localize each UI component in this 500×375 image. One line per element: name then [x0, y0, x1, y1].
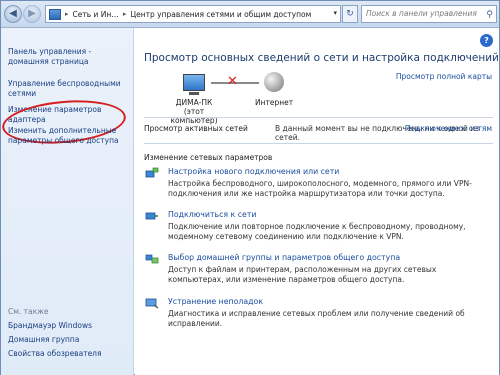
new-connection-icon — [145, 167, 159, 178]
connect-network-icon — [145, 212, 158, 220]
network-center-window: ◀ ▶ ▸ Сеть и Ин… ▸ Центр управления сетя… — [0, 0, 500, 375]
homegroup-description: Доступ к файлам и принтерам, расположенн… — [168, 265, 437, 284]
troubleshoot-description: Диагностика и исправление сетевых пробле… — [168, 309, 465, 328]
connect-network-link[interactable]: Подключиться к сети — [168, 210, 256, 219]
sidebar-item-sharing[interactable]: Изменить дополнительные параметры общего… — [8, 126, 130, 146]
sidebar-item-home[interactable]: Панель управления - домашняя страница — [8, 47, 130, 67]
homegroup-icon — [145, 254, 159, 264]
see-also-heading: См. также — [8, 307, 49, 316]
page-title: Просмотр основных сведений о сети и наст… — [144, 52, 499, 64]
connect-to-network-link[interactable]: Подключение к сетям — [405, 124, 492, 133]
active-networks-label: Просмотр активных сетей — [144, 124, 248, 133]
homegroup-link[interactable]: Выбор домашней группы и параметров общег… — [168, 253, 400, 262]
full-map-link[interactable]: Просмотр полной карты — [396, 72, 492, 81]
help-icon[interactable]: ? — [480, 34, 493, 47]
computer-icon — [183, 74, 205, 91]
new-connection-description: Настройка беспроводного, широкополосного… — [168, 179, 472, 198]
computer-name: ДИМА-ПК — [175, 98, 213, 107]
computer-stand-icon — [189, 92, 199, 95]
sidebar-item-firewall[interactable]: Брандмауэр Windows — [8, 321, 130, 331]
computer-subtitle: (этот компьютер) — [170, 107, 218, 125]
sidebar-item-wireless[interactable]: Управление беспроводными сетями — [8, 79, 130, 99]
search-icon[interactable]: ⚲ — [486, 7, 493, 23]
refresh-button[interactable]: ↻ — [342, 5, 358, 23]
sidebar: Панель управления - домашняя страница Уп… — [0, 28, 134, 375]
search-input[interactable]: Поиск в панели управления ⚲ — [361, 5, 497, 23]
troubleshoot-icon — [145, 298, 159, 309]
internet-label: Интернет — [255, 98, 294, 107]
breadcrumb-separator-icon: ▸ — [122, 10, 127, 18]
chevron-down-icon[interactable]: ▾ — [333, 9, 337, 17]
troubleshoot-link[interactable]: Устранение неполадок — [168, 297, 263, 306]
computer-label: ДИМА-ПК (этот компьютер) — [163, 98, 225, 125]
breadcrumb-network-center[interactable]: Центр управления сетями и общим доступом — [130, 10, 311, 19]
connect-network-description: Подключение или повторное подключение к … — [168, 222, 466, 241]
address-field[interactable]: ▸ Сеть и Ин… ▸ Центр управления сетями и… — [45, 5, 341, 23]
sidebar-item-homegroup[interactable]: Домашняя группа — [8, 335, 130, 345]
address-bar: ◀ ▶ ▸ Сеть и Ин… ▸ Центр управления сетя… — [1, 1, 499, 28]
globe-icon — [264, 72, 284, 92]
forward-button[interactable]: ▶ — [23, 5, 41, 23]
divider — [144, 117, 493, 118]
main-content: ? Просмотр основных сведений о сети и на… — [135, 28, 499, 375]
change-settings-heading: Изменение сетевых параметров — [144, 153, 273, 162]
breadcrumb-separator-icon: ▸ — [65, 10, 69, 18]
new-connection-link[interactable]: Настройка нового подключения или сети — [168, 167, 339, 176]
sidebar-item-internet-options[interactable]: Свойства обозревателя — [8, 349, 130, 359]
divider — [144, 143, 493, 144]
disconnected-x-icon[interactable]: ✕ — [227, 74, 238, 89]
control-panel-icon — [49, 8, 61, 20]
back-button[interactable]: ◀ — [4, 5, 22, 23]
search-placeholder: Поиск в панели управления — [366, 9, 477, 18]
breadcrumb-network[interactable]: Сеть и Ин… — [73, 10, 119, 19]
